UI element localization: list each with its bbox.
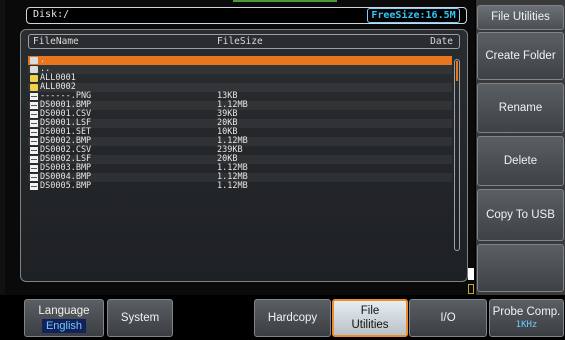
column-header-filesize: FileSize — [217, 36, 263, 47]
language-label: Language — [38, 304, 90, 317]
side-menu: File Utilities Create Folder Rename Dele… — [476, 0, 565, 295]
scrollbar-thumb[interactable] — [456, 61, 458, 81]
delete-button[interactable]: Delete — [477, 136, 564, 186]
file-list-row[interactable]: DS0002.CSV 239KB — [28, 146, 452, 155]
language-value: English — [41, 318, 87, 333]
side-marker — [468, 268, 475, 295]
file-utilities-label: File Utilities — [351, 305, 389, 331]
file-icon — [30, 102, 38, 109]
file-icon — [30, 174, 38, 181]
probe-comp-value: 1KHz — [515, 320, 538, 330]
file-list: ... ALL0001 ALL0002 ------.PNG 13KB DS0001.BM… — [28, 56, 452, 191]
file-list-row[interactable]: DS0005.BMP 1.12MB — [28, 182, 452, 191]
create-folder-button[interactable]: Create Folder — [477, 32, 564, 80]
io-button[interactable]: I/O — [409, 299, 487, 337]
column-header-date: Date — [430, 36, 453, 47]
file-list-row[interactable]: DS0001.LSF 20KB — [28, 119, 452, 128]
top-indicator-dots — [372, 0, 426, 15]
file-list-panel: FileName FileSize Date ... ALL0001 ALL0002… — [20, 29, 468, 282]
side-menu-empty-button[interactable] — [477, 244, 564, 292]
file-list-row[interactable]: ALL0002 — [28, 83, 452, 92]
file-icon — [30, 129, 38, 136]
top-indicator-bar — [233, 0, 337, 2]
folder-up-icon — [30, 57, 38, 64]
folder-icon — [30, 84, 38, 91]
folder-icon — [30, 75, 38, 82]
file-icon — [30, 138, 38, 145]
file-list-header: FileName FileSize Date — [28, 34, 460, 49]
bottom-menu: Language English System Hardcopy File Ut… — [0, 296, 565, 340]
file-list-row[interactable]: ALL0001 — [28, 74, 452, 83]
file-list-row[interactable]: DS0001.BMP 1.12MB — [28, 101, 452, 110]
file-list-row[interactable]: DS0001.CSV 39KB — [28, 110, 452, 119]
file-icon — [30, 156, 38, 163]
file-list-scrollbar[interactable] — [454, 59, 460, 251]
current-path: Disk:/ — [33, 9, 70, 20]
file-icon — [30, 111, 38, 118]
side-marker-outline — [468, 284, 474, 294]
probe-comp-button[interactable]: Probe Comp. 1KHz — [489, 299, 564, 337]
file-utilities-button[interactable]: File Utilities — [332, 299, 408, 337]
file-list-row[interactable]: . — [28, 56, 452, 65]
language-button[interactable]: Language English — [24, 299, 104, 337]
side-menu-title: File Utilities — [477, 5, 564, 30]
file-icon — [30, 120, 38, 127]
side-marker-block — [468, 268, 474, 280]
copy-to-usb-button[interactable]: Copy To USB — [477, 189, 564, 241]
folder-up-icon — [30, 66, 38, 73]
file-list-row[interactable]: .. — [28, 65, 452, 74]
system-button[interactable]: System — [107, 299, 173, 337]
file-browser-screen: Disk:/ FreeSize:16.5M FileName FileSize … — [0, 0, 475, 295]
file-size: 1.12MB — [217, 181, 248, 191]
file-name: DS0005.BMP — [40, 181, 92, 191]
screen-edge — [0, 0, 5, 295]
probe-comp-label: Probe Comp. — [492, 306, 561, 318]
free-size-badge: FreeSize:16.5M — [367, 8, 460, 23]
file-icon — [30, 147, 38, 154]
file-icon — [30, 183, 38, 190]
file-icon — [30, 93, 38, 100]
hardcopy-button[interactable]: Hardcopy — [254, 299, 331, 337]
file-icon — [30, 165, 38, 172]
rename-button[interactable]: Rename — [477, 83, 564, 133]
column-header-filename: FileName — [33, 36, 79, 47]
